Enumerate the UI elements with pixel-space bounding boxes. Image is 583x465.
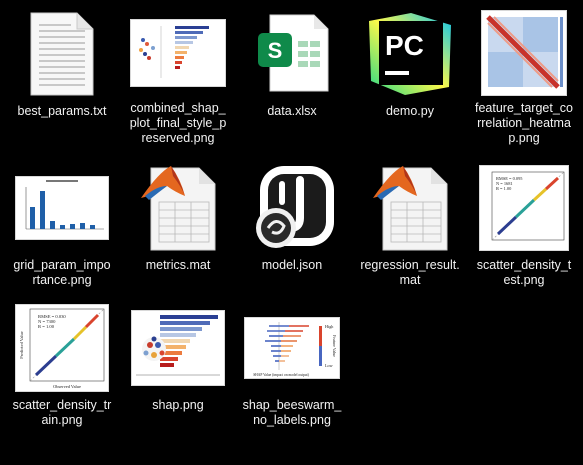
file-label: shap_beeswarm_no_labels.png <box>242 398 342 427</box>
pycharm-letters: PC <box>385 30 424 61</box>
file-model-json[interactable]: model.json <box>240 160 344 300</box>
image-thumbnail <box>130 6 226 99</box>
thumb-low: Low <box>325 363 333 368</box>
image-thumbnail: High Low Feature Value SHAP Value (impac… <box>244 300 340 396</box>
file-label: grid_param_importance.png <box>13 258 111 287</box>
file-label: regression_result.mat <box>360 258 460 287</box>
file-label: data.xlsx <box>267 104 317 118</box>
thumb-high: High <box>325 324 334 329</box>
file-grid: best_params.txt combined_shap_plot_final… <box>0 0 583 465</box>
thumb-feature: Feature Value <box>332 335 337 357</box>
image-thumbnail <box>476 6 572 99</box>
image-thumbnail <box>14 160 110 256</box>
file-scatter-density-test[interactable]: RMSE = 0.095 N = 1681 R = 1.00 scatter_d… <box>472 160 576 300</box>
file-label: scatter_density_train.png <box>12 398 112 427</box>
file-label: best_params.txt <box>17 104 107 118</box>
file-scatter-density-train[interactable]: RMSE = 0.030 N = 7300 R = 1.00 Observed … <box>10 300 114 440</box>
thumb-stat: R = 1.00 <box>496 186 512 191</box>
matlab-file-icon <box>130 160 226 256</box>
file-combined-shap-plot[interactable]: combined_shap_plot_final_style_preserved… <box>126 6 230 146</box>
file-demo-py[interactable]: PC demo.py <box>358 6 462 146</box>
image-thumbnail: RMSE = 0.095 N = 1681 R = 1.00 <box>476 160 572 256</box>
file-data-xlsx[interactable]: S data.xlsx <box>240 6 344 146</box>
file-correlation-heatmap[interactable]: feature_target_correlation_heatmap.png <box>472 6 576 146</box>
thumb-xlabel: SHAP Value (impact on model output) <box>253 373 309 377</box>
file-label: metrics.mat <box>145 258 211 272</box>
file-label: scatter_density_test.png <box>476 258 572 287</box>
excel-file-icon: S <box>244 6 340 102</box>
file-label: demo.py <box>386 104 434 118</box>
excel-letter: S <box>268 38 283 63</box>
file-metrics-mat[interactable]: metrics.mat <box>126 160 230 300</box>
file-label: feature_target_correlation_heatmap.png <box>475 101 573 145</box>
image-thumbnail: RMSE = 0.030 N = 7300 R = 1.00 Observed … <box>14 300 110 396</box>
file-best-params[interactable]: best_params.txt <box>10 6 114 146</box>
matlab-file-icon <box>362 160 458 256</box>
pycharm-icon: PC <box>362 6 458 102</box>
file-shap-beeswarm[interactable]: High Low Feature Value SHAP Value (impac… <box>240 300 344 440</box>
text-file-icon <box>14 6 110 102</box>
file-regression-result-mat[interactable]: regression_result.mat <box>358 160 462 300</box>
file-label: combined_shap_plot_final_style_preserved… <box>129 101 227 145</box>
thumb-stat: R = 1.00 <box>38 324 55 329</box>
thumb-xlabel: Observed Value <box>53 384 81 389</box>
file-label: model.json <box>261 258 323 272</box>
file-shap-png[interactable]: shap.png <box>126 300 230 440</box>
file-grid-param-importance[interactable]: grid_param_importance.png <box>10 160 114 300</box>
image-thumbnail <box>130 300 226 396</box>
thumb-ylabel: Predicted Value <box>19 331 24 359</box>
json-file-icon <box>244 160 340 256</box>
file-label: shap.png <box>152 398 204 412</box>
